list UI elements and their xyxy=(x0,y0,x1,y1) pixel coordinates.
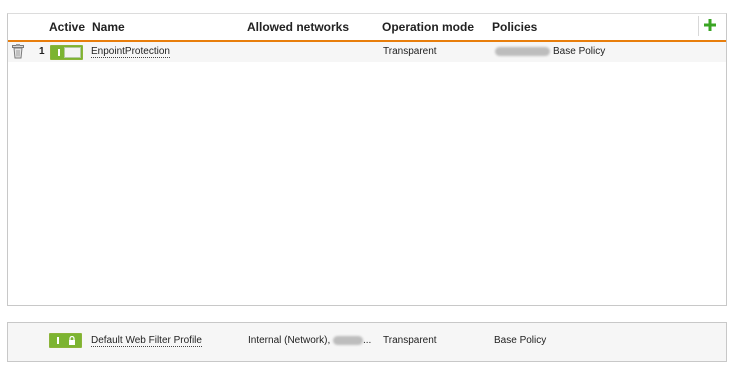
toggle-knob xyxy=(64,47,81,58)
column-header-active: Active xyxy=(49,20,86,34)
redacted-network xyxy=(333,336,363,345)
toggle-on-indicator xyxy=(58,49,60,56)
default-active-toggle xyxy=(49,333,82,348)
row-number: 1 xyxy=(39,46,45,57)
default-profile-row[interactable]: Default Web Filter Profile Internal (Net… xyxy=(7,322,727,362)
column-header-operation-mode: Operation mode xyxy=(382,20,475,34)
add-profile-button[interactable] xyxy=(698,16,719,36)
redacted-policy xyxy=(495,47,550,56)
delete-button[interactable] xyxy=(12,44,24,64)
profile-name-link[interactable]: EnpointProtection xyxy=(91,46,170,58)
toggle-on-indicator xyxy=(57,337,59,344)
table-row[interactable]: 1 EnpointProtection Transparent Base Pol… xyxy=(8,42,726,62)
policy-value: Base Policy xyxy=(553,46,606,57)
lock-icon xyxy=(69,336,75,345)
column-header-name: Name xyxy=(92,20,125,34)
default-profile-name-link[interactable]: Default Web Filter Profile xyxy=(91,335,202,347)
default-policy-value: Base Policy xyxy=(494,335,547,346)
active-toggle[interactable] xyxy=(50,45,83,60)
profiles-table-panel: Active Name Allowed networks Operation m… xyxy=(7,13,727,306)
add-icon xyxy=(704,19,716,31)
operation-mode-value: Transparent xyxy=(383,46,437,57)
column-header-policies: Policies xyxy=(492,20,538,34)
trash-icon xyxy=(12,44,24,59)
default-allowed-networks-ellipsis: ... xyxy=(363,335,372,346)
default-allowed-networks-value: Internal (Network), xyxy=(248,335,331,346)
table-header: Active Name Allowed networks Operation m… xyxy=(8,14,726,42)
column-header-allowed-networks: Allowed networks xyxy=(247,20,350,34)
default-operation-mode-value: Transparent xyxy=(383,335,437,346)
